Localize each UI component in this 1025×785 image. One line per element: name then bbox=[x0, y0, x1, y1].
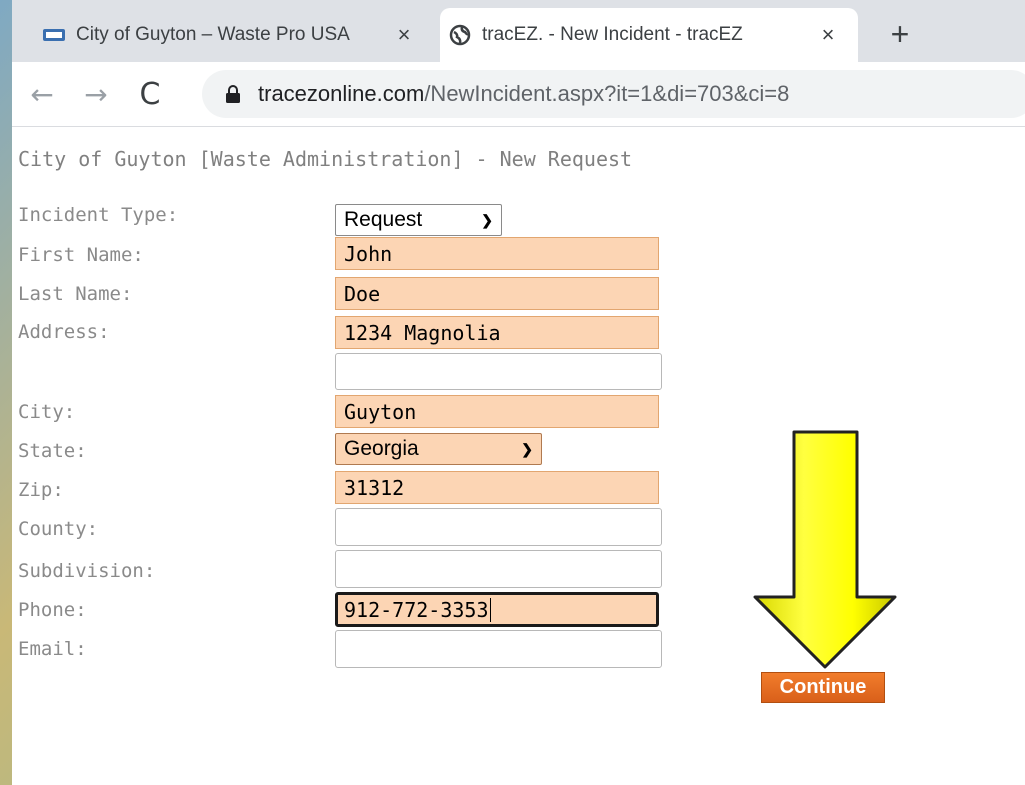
forward-button[interactable]: → bbox=[78, 76, 114, 112]
state-label: State: bbox=[18, 440, 87, 462]
page-content: City of Guyton [Waste Administration] - … bbox=[12, 127, 1025, 785]
email-label: Email: bbox=[18, 638, 87, 660]
back-button[interactable]: ← bbox=[24, 76, 60, 112]
state-value: Georgia bbox=[344, 437, 419, 460]
tab-tracez-new-incident[interactable]: tracEZ. - New Incident - tracEZ × bbox=[440, 8, 858, 62]
zip-label: Zip: bbox=[18, 479, 64, 501]
incident-type-label: Incident Type: bbox=[18, 204, 179, 226]
close-icon[interactable]: × bbox=[816, 22, 840, 47]
reload-button[interactable]: C bbox=[132, 76, 168, 112]
phone-field[interactable]: 912-772-3353 bbox=[335, 592, 659, 627]
email-field[interactable] bbox=[335, 630, 662, 668]
city-label: City: bbox=[18, 401, 76, 423]
url-host: tracezonline.com bbox=[258, 81, 425, 106]
chevron-down-icon: ❯ bbox=[521, 440, 533, 457]
close-icon[interactable]: × bbox=[392, 22, 416, 47]
text-caret bbox=[489, 597, 491, 622]
new-tab-button[interactable]: + bbox=[880, 14, 920, 54]
page-title: City of Guyton [Waste Administration] - … bbox=[18, 147, 633, 171]
address-line1-field[interactable]: 1234 Magnolia bbox=[335, 316, 659, 349]
first-name-field[interactable]: John bbox=[335, 237, 659, 270]
last-name-field[interactable]: Doe bbox=[335, 277, 659, 310]
last-name-label: Last Name: bbox=[18, 283, 133, 305]
tab-title: City of Guyton – Waste Pro USA bbox=[76, 24, 350, 45]
city-field[interactable]: Guyton bbox=[335, 395, 659, 428]
address-line2-field[interactable] bbox=[335, 353, 662, 390]
browser-toolbar: ← → C tracezonline.com /NewIncident.aspx… bbox=[12, 62, 1025, 127]
down-arrow-icon bbox=[753, 430, 897, 669]
browser-tab-bar: City of Guyton – Waste Pro USA × tracEZ.… bbox=[12, 0, 1025, 62]
county-field[interactable] bbox=[335, 508, 662, 546]
address-label: Address: bbox=[18, 321, 110, 343]
first-name-label: First Name: bbox=[18, 244, 144, 266]
incident-type-value: Request bbox=[344, 208, 423, 231]
incident-type-select[interactable]: Request ❯ bbox=[335, 204, 502, 236]
tab-title: tracEZ. - New Incident - tracEZ bbox=[482, 24, 743, 45]
globe-icon bbox=[448, 23, 472, 47]
lock-icon bbox=[226, 84, 242, 104]
flag-icon bbox=[42, 23, 66, 47]
subdivision-label: Subdivision: bbox=[18, 560, 156, 582]
zip-field[interactable]: 31312 bbox=[335, 471, 659, 504]
continue-button[interactable]: Continue bbox=[761, 672, 885, 703]
tab-city-of-guyton[interactable]: City of Guyton – Waste Pro USA × bbox=[34, 10, 434, 60]
address-bar[interactable]: tracezonline.com /NewIncident.aspx?it=1&… bbox=[202, 70, 1025, 118]
url-path: /NewIncident.aspx?it=1&di=703&ci=8 bbox=[424, 81, 790, 106]
subdivision-field[interactable] bbox=[335, 550, 662, 588]
county-label: County: bbox=[18, 518, 99, 540]
state-select[interactable]: Georgia ❯ bbox=[335, 433, 542, 465]
phone-label: Phone: bbox=[18, 599, 87, 621]
phone-value: 912-772-3353 bbox=[344, 597, 489, 622]
chevron-down-icon: ❯ bbox=[481, 211, 493, 228]
